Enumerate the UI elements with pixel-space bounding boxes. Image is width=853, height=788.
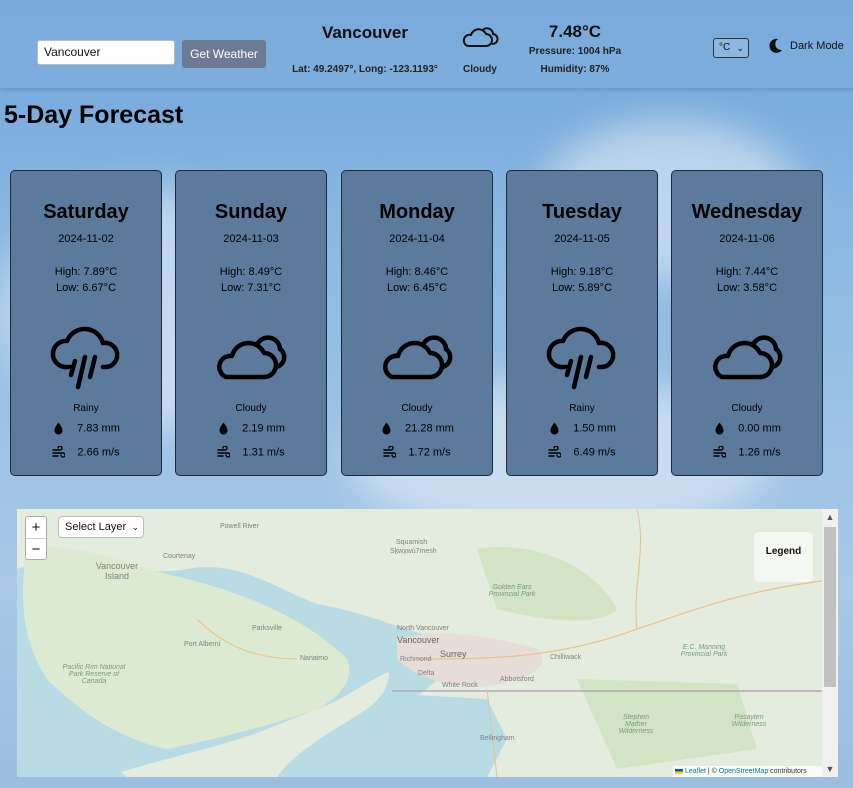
cloud-icon	[212, 319, 292, 391]
zoom-out-button[interactable]: −	[26, 539, 46, 560]
current-temperature: 7.48°C	[548, 22, 602, 41]
attribution-sep: | ©	[705, 768, 719, 775]
wind-icon	[217, 446, 231, 458]
raindrop-icon	[219, 422, 228, 435]
dark-mode-toggle[interactable]: Dark Mode	[790, 40, 844, 52]
forecast-title: 5-Day Forecast	[4, 101, 184, 129]
forecast-low: Low: 3.58°C	[716, 282, 778, 294]
ukraine-flag-icon	[675, 768, 683, 774]
precip-value: 7.83 mm	[77, 422, 120, 435]
forecast-high: High: 7.89°C	[54, 266, 118, 278]
rain-icon	[543, 319, 623, 391]
scroll-thumb[interactable]	[824, 527, 836, 687]
forecast-condition: Cloudy	[731, 403, 763, 414]
current-coordinates: Lat: 49.2497°, Long: -123.1193°	[292, 64, 438, 75]
weather-map[interactable]: Powell River Courtenay Vancouver Island …	[17, 509, 838, 777]
forecast-wind: 1.72 m/s	[342, 446, 492, 459]
forecast-wind: 1.31 m/s	[176, 446, 326, 459]
forecast-date: 2024-11-03	[223, 233, 279, 245]
wind-value: 1.72 m/s	[408, 446, 451, 459]
forecast-condition: Rainy	[73, 403, 99, 414]
raindrop-icon	[54, 422, 63, 435]
forecast-condition: Cloudy	[401, 403, 433, 414]
map-attribution: Leaflet | © OpenStreetMap contributors	[673, 766, 823, 777]
attribution-text: contributors	[768, 768, 807, 775]
forecast-day: Wednesday	[691, 201, 803, 223]
scroll-down-icon[interactable]: ▼	[822, 761, 838, 777]
forecast-day: Tuesday	[542, 201, 622, 223]
forecast-precipitation: 2.19 mm	[176, 422, 326, 435]
forecast-day: Saturday	[43, 201, 129, 223]
forecast-precipitation: 0.00 mm	[672, 422, 822, 435]
wind-value: 1.31 m/s	[242, 446, 285, 459]
forecast-date: 2024-11-04	[389, 233, 445, 245]
current-humidity: Humidity: 87%	[540, 64, 610, 75]
forecast-day: Monday	[379, 201, 455, 223]
forecast-date: 2024-11-02	[58, 233, 114, 245]
forecast-precipitation: 21.28 mm	[342, 422, 492, 435]
forecast-card: Saturday 2024-11-02 High: 7.89°C Low: 6.67°…	[10, 170, 162, 476]
get-weather-button[interactable]: Get Weather	[182, 40, 266, 68]
current-pressure: Pressure: 1004 hPa	[528, 46, 622, 57]
map-legend: Legend	[754, 532, 813, 582]
zoom-control: + −	[25, 516, 47, 560]
forecast-low: Low: 7.31°C	[220, 282, 282, 294]
layer-select-value: Select Layer	[65, 521, 127, 533]
wind-value: 2.66 m/s	[77, 446, 120, 459]
forecast-condition: Cloudy	[235, 403, 267, 414]
precip-value: 21.28 mm	[405, 422, 454, 435]
chevron-down-icon: ⌄	[736, 43, 744, 53]
forecast-wind: 1.26 m/s	[672, 446, 822, 459]
map-scrollbar[interactable]: ▲ ▼	[822, 509, 838, 777]
wind-value: 6.49 m/s	[573, 446, 616, 459]
rain-icon	[47, 319, 127, 391]
scroll-up-icon[interactable]: ▲	[822, 509, 838, 525]
wind-icon	[52, 446, 66, 458]
wind-icon	[713, 446, 727, 458]
forecast-card: Tuesday 2024-11-05 High: 9.18°C Low: 5.89°C…	[506, 170, 658, 476]
wind-icon	[548, 446, 562, 458]
cloud-icon	[378, 319, 458, 391]
current-condition: Cloudy	[463, 64, 497, 75]
forecast-day: Sunday	[214, 201, 288, 223]
forecast-high: High: 8.49°C	[219, 266, 283, 278]
forecast-date: 2024-11-05	[554, 233, 610, 245]
openstreetmap-link[interactable]: OpenStreetMap	[719, 768, 768, 775]
forecast-wind: 6.49 m/s	[507, 446, 657, 459]
forecast-card: Wednesday 2024-11-06 High: 7.44°C Low: 3.58…	[671, 170, 823, 476]
city-search-input[interactable]: Vancouver	[37, 40, 175, 65]
forecast-precipitation: 7.83 mm	[11, 422, 161, 435]
wind-value: 1.26 m/s	[738, 446, 781, 459]
chevron-down-icon: ⌄	[131, 522, 139, 532]
forecast-precipitation: 1.50 mm	[507, 422, 657, 435]
wind-icon	[383, 446, 397, 458]
current-city: Vancouver	[322, 23, 408, 42]
precip-value: 0.00 mm	[738, 422, 781, 435]
moon-icon[interactable]	[766, 37, 784, 55]
forecast-card: Monday 2024-11-04 High: 8.46°C Low: 6.45°C …	[341, 170, 493, 476]
cloud-icon	[462, 27, 499, 47]
raindrop-icon	[715, 422, 724, 435]
raindrop-icon	[550, 422, 559, 435]
precip-value: 1.50 mm	[573, 422, 616, 435]
forecast-high: High: 7.44°C	[715, 266, 779, 278]
map-overlay	[17, 509, 838, 777]
leaflet-link[interactable]: Leaflet	[685, 768, 706, 775]
forecast-wind: 2.66 m/s	[11, 446, 161, 459]
precip-value: 2.19 mm	[242, 422, 285, 435]
cloud-icon	[708, 319, 788, 391]
forecast-condition: Rainy	[569, 403, 595, 414]
raindrop-icon	[382, 422, 391, 435]
forecast-date: 2024-11-06	[719, 233, 775, 245]
forecast-high: High: 9.18°C	[550, 266, 614, 278]
unit-select-value: °C	[719, 42, 731, 53]
layer-select[interactable]: Select Layer ⌄	[58, 516, 144, 538]
forecast-low: Low: 6.67°C	[55, 282, 117, 294]
forecast-card: Sunday 2024-11-03 High: 8.49°C Low: 7.31°C …	[175, 170, 327, 476]
forecast-low: Low: 6.45°C	[386, 282, 448, 294]
unit-select[interactable]: °C ⌄	[713, 38, 749, 58]
zoom-in-button[interactable]: +	[26, 517, 46, 539]
forecast-low: Low: 5.89°C	[551, 282, 613, 294]
forecast-high: High: 8.46°C	[385, 266, 449, 278]
